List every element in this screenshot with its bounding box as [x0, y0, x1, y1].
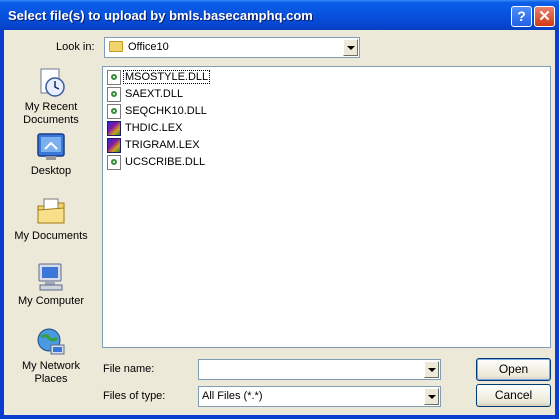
- look-in-value: Office10: [128, 41, 169, 53]
- file-name: MSOSTYLE.DLL: [122, 70, 211, 84]
- lex-file-icon: [107, 138, 121, 153]
- chevron-down-icon[interactable]: [343, 39, 358, 56]
- place-my-recent-documents[interactable]: My Recent Documents: [4, 67, 98, 127]
- chevron-down-icon[interactable]: [424, 388, 439, 405]
- look-in-label: Look in:: [56, 41, 95, 53]
- place-label-network: My Network Places: [21, 360, 81, 385]
- my-computer-icon: [35, 261, 67, 293]
- file-name: TRIGRAM.LEX: [125, 139, 200, 151]
- help-button[interactable]: ?: [511, 6, 532, 27]
- place-desktop[interactable]: Desktop: [4, 131, 98, 178]
- file-name-field[interactable]: [198, 359, 441, 380]
- file-name-label: File name:: [103, 363, 155, 375]
- dll-file-icon: [107, 104, 121, 119]
- dll-file-icon: [107, 87, 121, 102]
- place-label: My Recent Documents: [4, 101, 98, 127]
- file-name: SAEXT.DLL: [125, 88, 184, 100]
- cancel-button[interactable]: Cancel: [476, 384, 551, 407]
- files-of-type-dropdown[interactable]: All Files (*.*): [198, 386, 441, 407]
- files-of-type-label: Files of type:: [103, 390, 166, 402]
- open-button[interactable]: Open: [476, 358, 551, 381]
- file-name: UCSCRIBE.DLL: [125, 156, 206, 168]
- file-upload-dialog: Select file(s) to upload by bmls.basecam…: [0, 0, 559, 419]
- files-of-type-value: All Files (*.*): [202, 390, 263, 402]
- look-in-dropdown[interactable]: Office10: [104, 37, 360, 58]
- place-my-network-places[interactable]: My Network Places: [4, 326, 98, 386]
- desktop-icon: [35, 131, 67, 163]
- close-button[interactable]: ✕: [534, 6, 555, 27]
- place-label-documents: My Documents: [14, 230, 88, 242]
- place-my-computer[interactable]: My Computer: [4, 261, 98, 308]
- place-my-documents[interactable]: My Documents: [4, 196, 98, 243]
- file-name: THDIC.LEX: [125, 122, 183, 134]
- chevron-down-icon[interactable]: [424, 361, 439, 378]
- dll-file-icon: [107, 155, 121, 170]
- lex-file-icon: [107, 121, 121, 136]
- dialog-title: Select file(s) to upload by bmls.basecam…: [8, 8, 313, 23]
- dll-file-icon: [107, 70, 121, 85]
- place-label-desktop: Desktop: [30, 165, 72, 177]
- folder-icon: [109, 41, 123, 52]
- place-label-recent: My Recent Documents: [23, 101, 79, 126]
- places-bar: My Recent Documents Desktop My Documents: [4, 67, 98, 419]
- title-bar[interactable]: Select file(s) to upload by bmls.basecam…: [0, 0, 559, 30]
- my-documents-icon: [35, 196, 67, 228]
- place-label-computer: My Computer: [17, 295, 85, 307]
- file-list[interactable]: MSOSTYLE.DLL SAEXT.DLL SEQCHK10.DLL THDI…: [102, 66, 551, 348]
- file-name: SEQCHK10.DLL: [125, 105, 207, 117]
- recent-documents-icon: [35, 67, 67, 99]
- network-places-icon: [35, 326, 67, 358]
- dialog-body: Look in: Office10 My Recent Documents De…: [4, 30, 555, 415]
